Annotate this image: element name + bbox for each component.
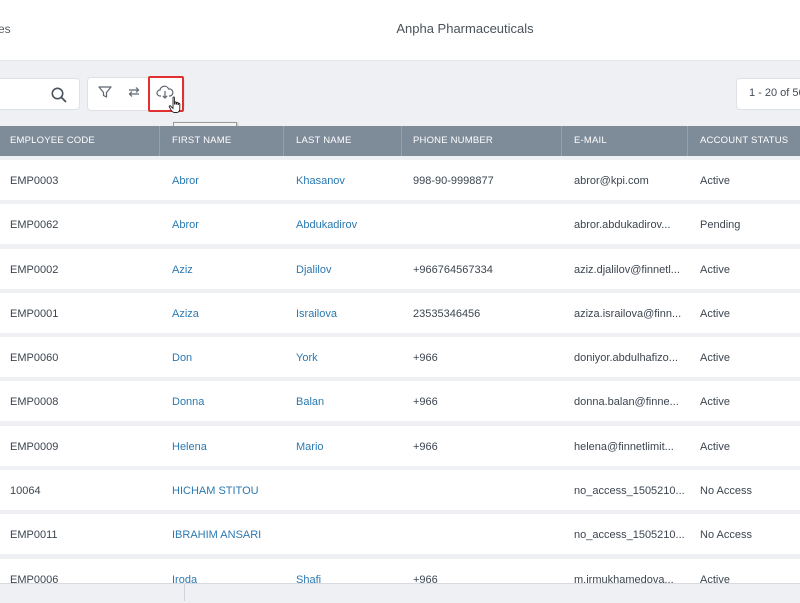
cell-employee-code: EMP0003 <box>10 175 59 187</box>
cell-phone: 23535346456 <box>413 307 481 320</box>
cell-last-name[interactable]: Abdukadirov <box>286 204 402 244</box>
cell-last-name[interactable] <box>286 514 402 554</box>
cell-status: No Access <box>700 485 752 498</box>
cell-email: aziz.djalilov@finnetl... <box>574 263 680 276</box>
cell-employee-code: EMP0001 <box>10 307 59 320</box>
cell-phone <box>403 514 562 554</box>
cell-status: Active <box>700 175 730 187</box>
cell-last-name[interactable]: York <box>286 337 402 377</box>
toolbar <box>0 60 800 126</box>
swap-arrows-icon <box>126 84 142 105</box>
cell-status: Pending <box>700 219 741 232</box>
cell-status: No Access <box>700 529 752 542</box>
cell-status: Active <box>700 440 730 453</box>
cell-phone: +966764567334 <box>413 263 493 276</box>
search-input[interactable] <box>3 85 47 105</box>
cell-first-name[interactable]: Aziza <box>162 293 284 333</box>
column-phone-number[interactable]: Phone Number <box>403 126 562 156</box>
cell-last-name[interactable]: Djalilov <box>286 249 402 289</box>
cell-last-name[interactable]: Mario <box>286 426 402 466</box>
cell-email: donna.balan@finne... <box>574 396 679 409</box>
company-title: Anpha Pharmaceuticals <box>396 21 534 36</box>
column-first-name[interactable]: First Name <box>162 126 284 156</box>
cell-phone: +966 <box>413 352 438 365</box>
scrollbar-divider <box>184 584 185 601</box>
cell-phone: +966 <box>413 396 438 409</box>
cell-last-name[interactable]: Israilova <box>286 293 402 333</box>
table-row[interactable]: EMP0008 Donna Balan +966 donna.balan@fin… <box>0 381 800 422</box>
column-last-name[interactable]: Last Name <box>286 126 402 156</box>
table-row[interactable]: EMP0011 IBRAHIM ANSARI no_access_1505210… <box>0 514 800 555</box>
search-box[interactable] <box>0 78 80 110</box>
table-row[interactable]: EMP0003 Abror Khasanov 998-90-9998877 ab… <box>0 160 800 200</box>
cell-status: Active <box>700 396 730 409</box>
cell-phone <box>403 470 562 510</box>
filter-button[interactable] <box>89 78 121 110</box>
cell-last-name[interactable]: Balan <box>286 381 402 421</box>
cell-email: no_access_1505210... <box>574 485 685 498</box>
pagination-info: 1 - 20 of 56 <box>736 78 800 110</box>
cell-first-name[interactable]: Aziz <box>162 249 284 289</box>
cell-email: abror@kpi.com <box>574 175 649 187</box>
cell-first-name[interactable]: Abror <box>162 204 284 244</box>
cell-email: abror.abdukadirov... <box>574 219 671 232</box>
column-employee-code[interactable]: Employee Code <box>0 126 160 156</box>
cell-first-name[interactable]: HICHAM STITOU <box>162 470 284 510</box>
cell-first-name[interactable]: Abror <box>162 160 284 200</box>
search-icon[interactable] <box>50 86 68 104</box>
table-row[interactable]: EMP0009 Helena Mario +966 helena@finnetl… <box>0 425 800 466</box>
cell-employee-code: EMP0009 <box>10 440 59 453</box>
cell-phone: 998-90-9998877 <box>413 175 494 187</box>
horizontal-scrollbar[interactable] <box>0 583 800 601</box>
cell-last-name[interactable] <box>286 470 402 510</box>
table-row[interactable]: EMP0001 Aziza Israilova 23535346456 aziz… <box>0 292 800 333</box>
cell-phone <box>403 204 562 244</box>
cell-employee-code: EMP0062 <box>10 219 59 232</box>
cell-email: no_access_1505210... <box>574 529 685 542</box>
top-bar: es Anpha Pharmaceuticals <box>0 0 800 61</box>
cell-employee-code: EMP0060 <box>10 352 59 365</box>
cell-first-name[interactable]: Donna <box>162 381 284 421</box>
cell-status: Active <box>700 263 730 276</box>
cell-status: Active <box>700 307 730 320</box>
cell-employee-code: EMP0002 <box>10 263 59 276</box>
table-row[interactable]: EMP0062 Abror Abdukadirov abror.abdukadi… <box>0 204 800 245</box>
cell-phone: +966 <box>413 440 438 453</box>
filter-icon <box>97 84 113 105</box>
cell-employee-code: EMP0008 <box>10 396 59 409</box>
hand-cursor-icon <box>168 96 184 116</box>
column-email[interactable]: E-Mail <box>564 126 688 156</box>
table-body: EMP0003 Abror Khasanov 998-90-9998877 ab… <box>0 160 800 603</box>
cell-employee-code: EMP0011 <box>10 529 58 542</box>
cell-email: doniyor.abdulhafizo... <box>574 352 678 365</box>
column-account-status[interactable]: Account Status <box>690 126 800 156</box>
cell-first-name[interactable]: Helena <box>162 426 284 466</box>
cell-first-name[interactable]: Don <box>162 337 284 377</box>
cell-email: helena@finnetlimit... <box>574 440 674 453</box>
cell-employee-code: 10064 <box>10 485 41 498</box>
table-row[interactable]: EMP0002 Aziz Djalilov +966764567334 aziz… <box>0 248 800 289</box>
cell-email: aziza.israilova@finn... <box>574 307 682 320</box>
swap-button[interactable] <box>118 78 150 110</box>
table-header: Employee Code First Name Last Name Phone… <box>0 126 800 156</box>
table-row[interactable]: EMP0060 Don York +966 doniyor.abdulhafiz… <box>0 337 800 378</box>
cell-status: Active <box>700 352 730 365</box>
cell-last-name[interactable]: Khasanov <box>286 160 402 200</box>
table-row[interactable]: 10064 HICHAM STITOU no_access_1505210...… <box>0 470 800 511</box>
cell-first-name[interactable]: IBRAHIM ANSARI <box>162 514 284 554</box>
